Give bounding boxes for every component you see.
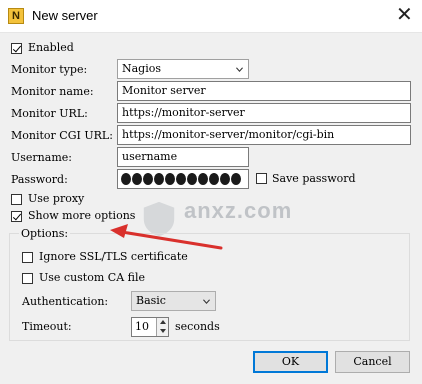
password-dot xyxy=(220,173,230,185)
ignore-ssl-checkbox[interactable] xyxy=(22,252,33,263)
monitor-url-field[interactable]: https://monitor-server xyxy=(117,103,411,123)
timeout-unit: seconds xyxy=(175,320,220,333)
authentication-select[interactable]: Basic xyxy=(131,291,216,311)
password-dot xyxy=(187,173,197,185)
cancel-button[interactable]: Cancel xyxy=(335,351,410,373)
authentication-value: Basic xyxy=(136,294,166,307)
close-icon[interactable]: ✕ xyxy=(396,3,413,27)
password-dot xyxy=(154,173,164,185)
save-password-checkbox[interactable] xyxy=(256,173,267,184)
password-dot xyxy=(143,173,153,185)
password-dot xyxy=(165,173,175,185)
timeout-value: 10 xyxy=(135,320,149,333)
custom-ca-label: Use custom CA file xyxy=(39,271,146,284)
password-dot xyxy=(132,173,142,185)
monitor-type-select[interactable]: Nagios xyxy=(117,59,249,79)
ok-button[interactable]: OK xyxy=(253,351,328,373)
monitor-type-label: Monitor type: xyxy=(11,63,88,76)
timeout-label: Timeout: xyxy=(22,320,72,333)
app-icon: N xyxy=(8,8,24,24)
password-dot xyxy=(198,173,208,185)
username-label: Username: xyxy=(11,151,72,164)
annotation-arrow xyxy=(110,224,223,250)
enabled-checkbox[interactable] xyxy=(11,43,22,54)
chevron-down-icon xyxy=(203,299,210,305)
title-bar: N New server ✕ xyxy=(0,0,422,33)
password-dot xyxy=(121,173,131,185)
monitor-cgi-url-label: Monitor CGI URL: xyxy=(11,129,113,142)
username-field[interactable]: username xyxy=(117,147,249,167)
timeout-spinbox[interactable]: 10 xyxy=(131,317,169,337)
monitor-name-field[interactable]: Monitor server xyxy=(117,81,411,101)
password-field[interactable] xyxy=(117,169,249,189)
monitor-url-label: Monitor URL: xyxy=(11,107,88,120)
use-proxy-label: Use proxy xyxy=(28,192,85,205)
window-title: New server xyxy=(32,8,98,23)
password-dot xyxy=(176,173,186,185)
use-proxy-checkbox[interactable] xyxy=(11,194,22,205)
chevron-down-icon xyxy=(236,67,243,73)
monitor-cgi-url-field[interactable]: https://monitor-server/monitor/cgi-bin xyxy=(117,125,411,145)
monitor-type-value: Nagios xyxy=(122,62,162,75)
save-password-label: Save password xyxy=(272,172,356,185)
authentication-label: Authentication: xyxy=(22,295,109,308)
password-dot xyxy=(209,173,219,185)
custom-ca-checkbox[interactable] xyxy=(22,273,33,284)
options-legend: Options: xyxy=(19,227,71,241)
monitor-name-label: Monitor name: xyxy=(11,85,94,98)
password-mask xyxy=(121,173,241,185)
show-more-options-checkbox[interactable] xyxy=(11,211,22,222)
spin-down-button[interactable] xyxy=(156,327,168,336)
password-label: Password: xyxy=(11,173,68,186)
enabled-label: Enabled xyxy=(28,41,74,54)
spin-up-button[interactable] xyxy=(156,318,168,327)
password-dot xyxy=(231,173,241,185)
